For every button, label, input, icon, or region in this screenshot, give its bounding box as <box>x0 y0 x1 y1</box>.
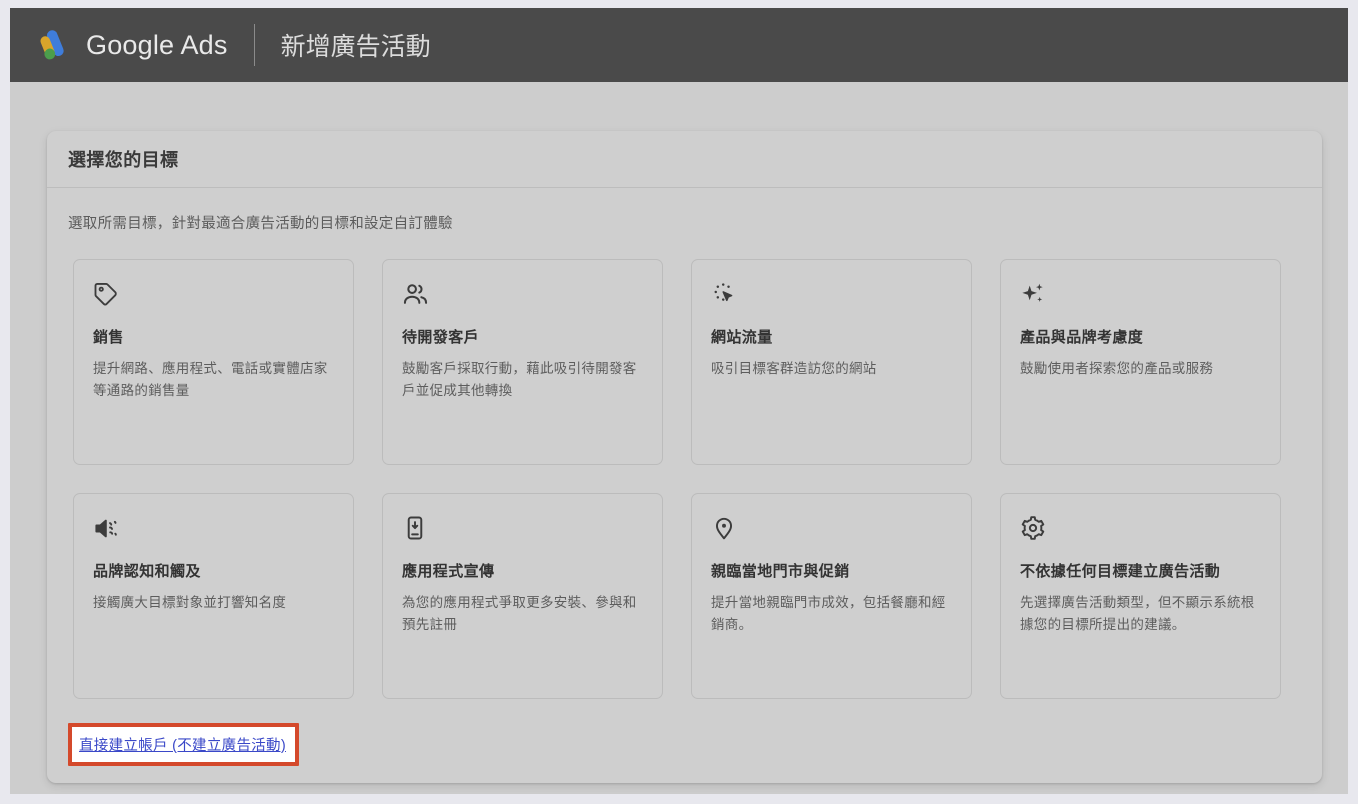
content-area: 選擇您的目標 選取所需目標，針對最適合廣告活動的目標和設定自訂體驗 銷售 提升網… <box>10 82 1348 783</box>
goal-name: 親臨當地門市與促銷 <box>711 563 850 580</box>
gear-icon <box>1020 515 1261 549</box>
ads-click-icon <box>711 281 952 315</box>
goal-description: 為您的應用程式爭取更多安裝、參與和預先註冊 <box>402 595 637 632</box>
goal-description: 鼓勵使用者探索您的產品或服務 <box>1020 361 1214 376</box>
goal-card-leads[interactable]: 待開發客戶 鼓勵客戶採取行動，藉此吸引待開發客戶並促成其他轉換 <box>382 259 663 465</box>
card-header: 選擇您的目標 <box>47 131 1322 188</box>
brand-name: Google Ads <box>86 29 228 60</box>
goal-name: 品牌認知和觸及 <box>93 563 201 580</box>
tag-icon <box>93 281 334 315</box>
location-pin-icon <box>711 515 952 549</box>
goal-card-local-store-visits[interactable]: 親臨當地門市與促銷 提升當地親臨門市成效，包括餐廳和經銷商。 <box>691 493 972 699</box>
goal-card-website-traffic[interactable]: 網站流量 吸引目標客群造訪您的網站 <box>691 259 972 465</box>
page-title: 新增廣告活動 <box>280 33 431 61</box>
google-ads-logo-icon[interactable] <box>32 25 72 65</box>
browser-viewport: Google Ads 新增廣告活動 選擇您的目標 選取所需目標，針對最適合廣告活… <box>10 8 1348 794</box>
goal-description: 先選擇廣告活動類型，但不顯示系統根據您的目標所提出的建議。 <box>1020 595 1255 632</box>
app-install-icon <box>402 515 643 549</box>
screen-root: Google Ads 新增廣告活動 選擇您的目標 選取所需目標，針對最適合廣告活… <box>0 0 1358 804</box>
goal-name: 待開發客戶 <box>402 329 480 346</box>
goal-description: 鼓勵客戶採取行動，藉此吸引待開發客戶並促成其他轉換 <box>402 361 637 398</box>
people-icon <box>402 281 643 315</box>
goal-card-sales[interactable]: 銷售 提升網路、應用程式、電話或實體店家等通路的銷售量 <box>73 259 354 465</box>
card-title: 選擇您的目標 <box>68 150 179 170</box>
goal-card-no-goal[interactable]: 不依據任何目標建立廣告活動 先選擇廣告活動類型，但不顯示系統根據您的目標所提出的… <box>1000 493 1281 699</box>
create-account-without-campaign-link[interactable]: 直接建立帳戶 (不建立廣告活動) <box>79 738 286 754</box>
goal-card-app-promotion[interactable]: 應用程式宣傳 為您的應用程式爭取更多安裝、參與和預先註冊 <box>382 493 663 699</box>
goal-name: 網站流量 <box>711 329 773 346</box>
goal-name: 銷售 <box>93 329 124 346</box>
speaker-icon <box>93 515 334 549</box>
sparkle-icon <box>1020 281 1261 315</box>
goal-grid: 銷售 提升網路、應用程式、電話或實體店家等通路的銷售量 待開發客戶 鼓勵客戶採取… <box>47 233 1322 699</box>
goal-name: 不依據任何目標建立廣告活動 <box>1020 563 1221 580</box>
highlight-annotation-box: 直接建立帳戶 (不建立廣告活動) <box>68 723 299 766</box>
goal-selection-card: 選擇您的目標 選取所需目標，針對最適合廣告活動的目標和設定自訂體驗 銷售 提升網… <box>47 131 1322 783</box>
goal-card-brand-awareness[interactable]: 品牌認知和觸及 接觸廣大目標對象並打響知名度 <box>73 493 354 699</box>
goal-description: 吸引目標客群造訪您的網站 <box>711 361 877 376</box>
goal-name: 應用程式宣傳 <box>402 563 495 580</box>
card-subtitle: 選取所需目標，針對最適合廣告活動的目標和設定自訂體驗 <box>68 216 453 232</box>
goal-card-brand-consideration[interactable]: 產品與品牌考慮度 鼓勵使用者探索您的產品或服務 <box>1000 259 1281 465</box>
goal-name: 產品與品牌考慮度 <box>1020 329 1144 346</box>
goal-description: 接觸廣大目標對象並打響知名度 <box>93 595 287 610</box>
appbar-divider <box>253 24 255 66</box>
app-bar: Google Ads 新增廣告活動 <box>10 8 1348 82</box>
goal-description: 提升當地親臨門市成效，包括餐廳和經銷商。 <box>711 595 946 632</box>
footer-row: 直接建立帳戶 (不建立廣告活動) <box>47 699 1322 773</box>
goal-description: 提升網路、應用程式、電話或實體店家等通路的銷售量 <box>93 361 328 398</box>
